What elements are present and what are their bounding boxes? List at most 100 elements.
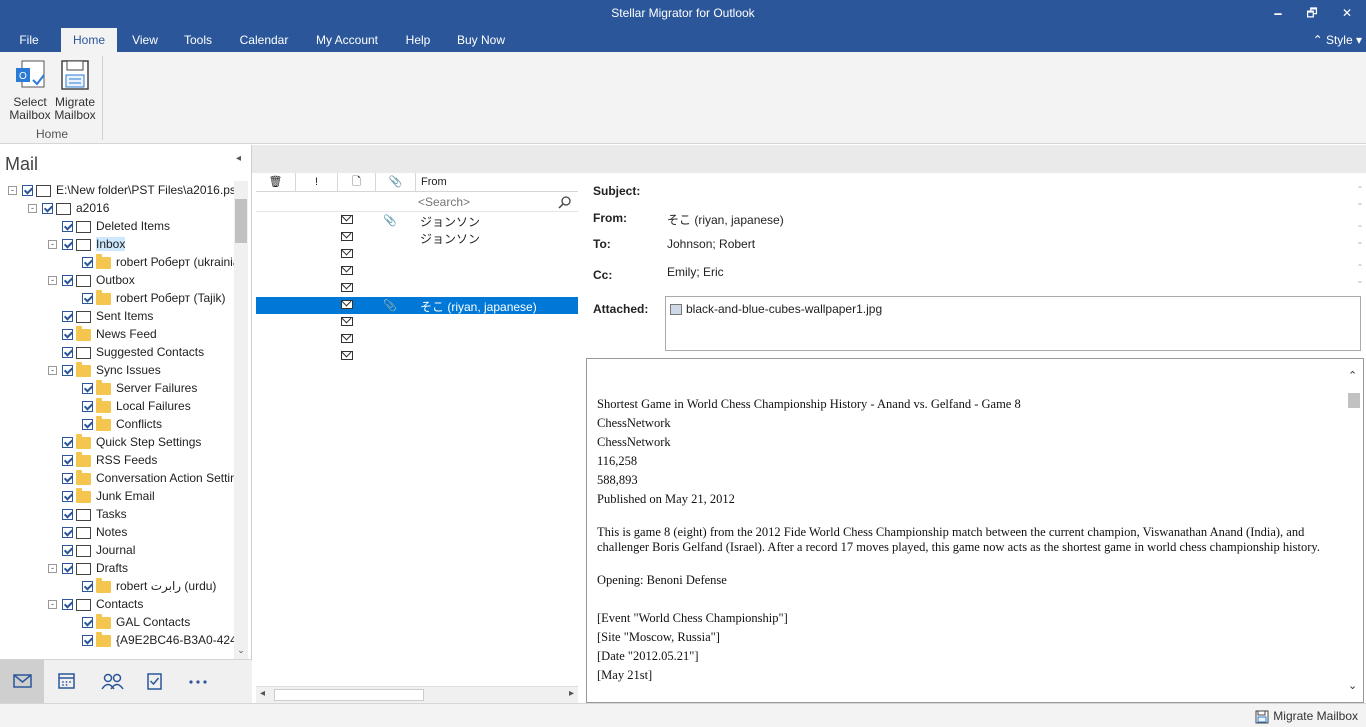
message-row[interactable] <box>256 246 578 263</box>
folder-checkbox[interactable] <box>62 491 73 503</box>
message-row[interactable] <box>256 331 578 348</box>
folder-tree-item[interactable]: Journal <box>62 541 135 559</box>
message-row[interactable] <box>256 314 578 331</box>
delete-column-header[interactable]: 🗑 <box>256 173 296 192</box>
folder-tree-item[interactable]: Outbox <box>62 271 135 289</box>
migrate-mailbox-button[interactable]: Migrate Mailbox <box>53 58 97 124</box>
folder-tree-item[interactable]: Sent Items <box>62 307 153 325</box>
folder-tree-item[interactable]: Suggested Contacts <box>62 343 204 361</box>
folder-tree-item[interactable]: Server Failures <box>82 379 197 397</box>
collapse-toggle-icon[interactable]: - <box>8 186 17 195</box>
close-button[interactable]: ✕ <box>1335 4 1359 22</box>
folder-checkbox[interactable] <box>82 401 93 413</box>
folder-checkbox[interactable] <box>62 437 73 449</box>
collapse-toggle-icon[interactable]: - <box>48 564 57 573</box>
collapse-toggle-icon[interactable]: - <box>48 366 57 375</box>
scroll-down-icon[interactable]: ⌄ <box>1348 679 1357 692</box>
folder-checkbox[interactable] <box>62 329 73 341</box>
type-column-header[interactable]: 🗋 <box>338 173 376 192</box>
tab-view[interactable]: View <box>124 28 166 52</box>
folder-tree-item[interactable]: Contacts <box>62 595 143 613</box>
collapse-pane-icon[interactable]: ◂ <box>236 153 241 164</box>
folder-checkbox[interactable] <box>62 239 73 251</box>
tab-calendar[interactable]: Calendar <box>232 28 296 52</box>
folder-tree-item[interactable]: Deleted Items <box>62 217 170 235</box>
folder-tree-item[interactable]: Notes <box>62 523 127 541</box>
folder-checkbox[interactable] <box>82 581 93 593</box>
tab-help[interactable]: Help <box>398 28 438 52</box>
scrollbar-thumb[interactable] <box>235 199 247 243</box>
folder-checkbox[interactable] <box>82 383 93 395</box>
message-row[interactable]: ジョンソン <box>256 229 578 246</box>
collapse-toggle-icon[interactable]: - <box>48 276 57 285</box>
folder-tree-item[interactable]: Sync Issues <box>62 361 161 379</box>
folder-tree-item[interactable]: GAL Contacts <box>82 613 190 631</box>
folder-checkbox[interactable] <box>82 419 93 431</box>
restore-button[interactable]: 🗗 <box>1300 4 1324 22</box>
tab-file[interactable]: File <box>8 28 50 52</box>
folder-checkbox[interactable] <box>62 365 73 377</box>
folder-tree-item[interactable]: News Feed <box>62 325 157 343</box>
folder-tree-item[interactable]: Conflicts <box>82 415 162 433</box>
attachment-item[interactable]: black-and-blue-cubes-wallpaper1.jpg <box>670 302 882 316</box>
folder-checkbox[interactable] <box>62 527 73 539</box>
collapse-toggle-icon[interactable]: - <box>48 600 57 609</box>
tab-tools[interactable]: Tools <box>176 28 220 52</box>
folder-checkbox[interactable] <box>82 635 93 647</box>
folder-checkbox[interactable] <box>62 221 73 233</box>
message-row[interactable]: 📎 そこ (riyan, japanese) <box>256 297 578 314</box>
minimize-button[interactable]: 🗕 <box>1266 4 1290 22</box>
header-scrollbar[interactable]: ⌃ ⌄ ⌃ ⌄ ⌃ ⌄ <box>1354 183 1366 285</box>
folder-checkbox[interactable] <box>62 509 73 521</box>
folder-checkbox[interactable] <box>62 545 73 557</box>
message-list-hscrollbar[interactable]: ◂ ▸ <box>256 686 578 703</box>
folder-tree-item[interactable]: robert رابرت (urdu) <box>82 577 216 595</box>
folder-checkbox[interactable] <box>62 311 73 323</box>
folder-tree-item[interactable]: Tasks <box>62 505 127 523</box>
folder-checkbox[interactable] <box>22 185 33 197</box>
folder-tree-scrollbar[interactable]: ⌄ <box>234 181 248 659</box>
nav-calendar-button[interactable] <box>44 660 88 704</box>
folder-tree-item[interactable]: Inbox <box>62 235 126 253</box>
folder-checkbox[interactable] <box>62 347 73 359</box>
folder-checkbox[interactable] <box>82 257 93 269</box>
folder-checkbox[interactable] <box>62 563 73 575</box>
folder-checkbox[interactable] <box>82 617 93 629</box>
nav-mail-button[interactable] <box>0 660 44 704</box>
folder-checkbox[interactable] <box>62 275 73 287</box>
collapse-toggle-icon[interactable]: - <box>28 204 37 213</box>
folder-checkbox[interactable] <box>62 473 73 485</box>
folder-tree-item[interactable]: Junk Email <box>62 487 155 505</box>
scrollbar-thumb[interactable] <box>1348 393 1360 408</box>
message-row[interactable] <box>256 280 578 297</box>
tab-home[interactable]: Home <box>61 28 117 52</box>
folder-tree-item[interactable]: a2016 <box>42 199 109 217</box>
tab-buy-now[interactable]: Buy Now <box>450 28 512 52</box>
collapse-toggle-icon[interactable]: - <box>48 240 57 249</box>
message-row[interactable]: 📎 ジョンソン <box>256 212 578 229</box>
folder-tree-item[interactable]: Local Failures <box>82 397 191 415</box>
status-migrate-button[interactable]: Migrate Mailbox <box>1255 709 1358 724</box>
folder-tree-item[interactable]: robert Роберт (ukrainian) <box>82 253 234 271</box>
folder-tree-item[interactable]: Conversation Action Settings <box>62 469 234 487</box>
folder-tree-item[interactable]: RSS Feeds <box>62 451 157 469</box>
nav-tasks-button[interactable] <box>132 660 176 704</box>
tab-my-account[interactable]: My Account <box>306 28 388 52</box>
folder-checkbox[interactable] <box>42 203 53 215</box>
scroll-right-icon[interactable]: ▸ <box>569 688 574 699</box>
importance-column-header[interactable]: ! <box>296 173 338 192</box>
attachment-column-header[interactable]: 📎 <box>376 173 416 192</box>
folder-tree-item[interactable]: robert Роберт (Tajik) <box>82 289 225 307</box>
scroll-up-icon[interactable]: ⌃ <box>1348 369 1357 382</box>
folder-checkbox[interactable] <box>62 599 73 611</box>
scroll-left-icon[interactable]: ◂ <box>260 688 265 699</box>
search-icon[interactable] <box>558 195 572 209</box>
scroll-down-icon[interactable]: ⌄ <box>234 645 248 659</box>
folder-checkbox[interactable] <box>82 293 93 305</box>
search-input[interactable] <box>418 193 572 210</box>
folder-tree-item[interactable]: {A9E2BC46-B3A0-4243-B315-60D991004455} <box>82 631 234 649</box>
nav-people-button[interactable] <box>90 660 134 704</box>
message-body-scrollbar[interactable]: ⌃ ⌄ <box>1345 359 1363 702</box>
select-mailbox-button[interactable]: O Select Mailbox <box>8 58 52 124</box>
scrollbar-thumb[interactable] <box>274 689 424 701</box>
